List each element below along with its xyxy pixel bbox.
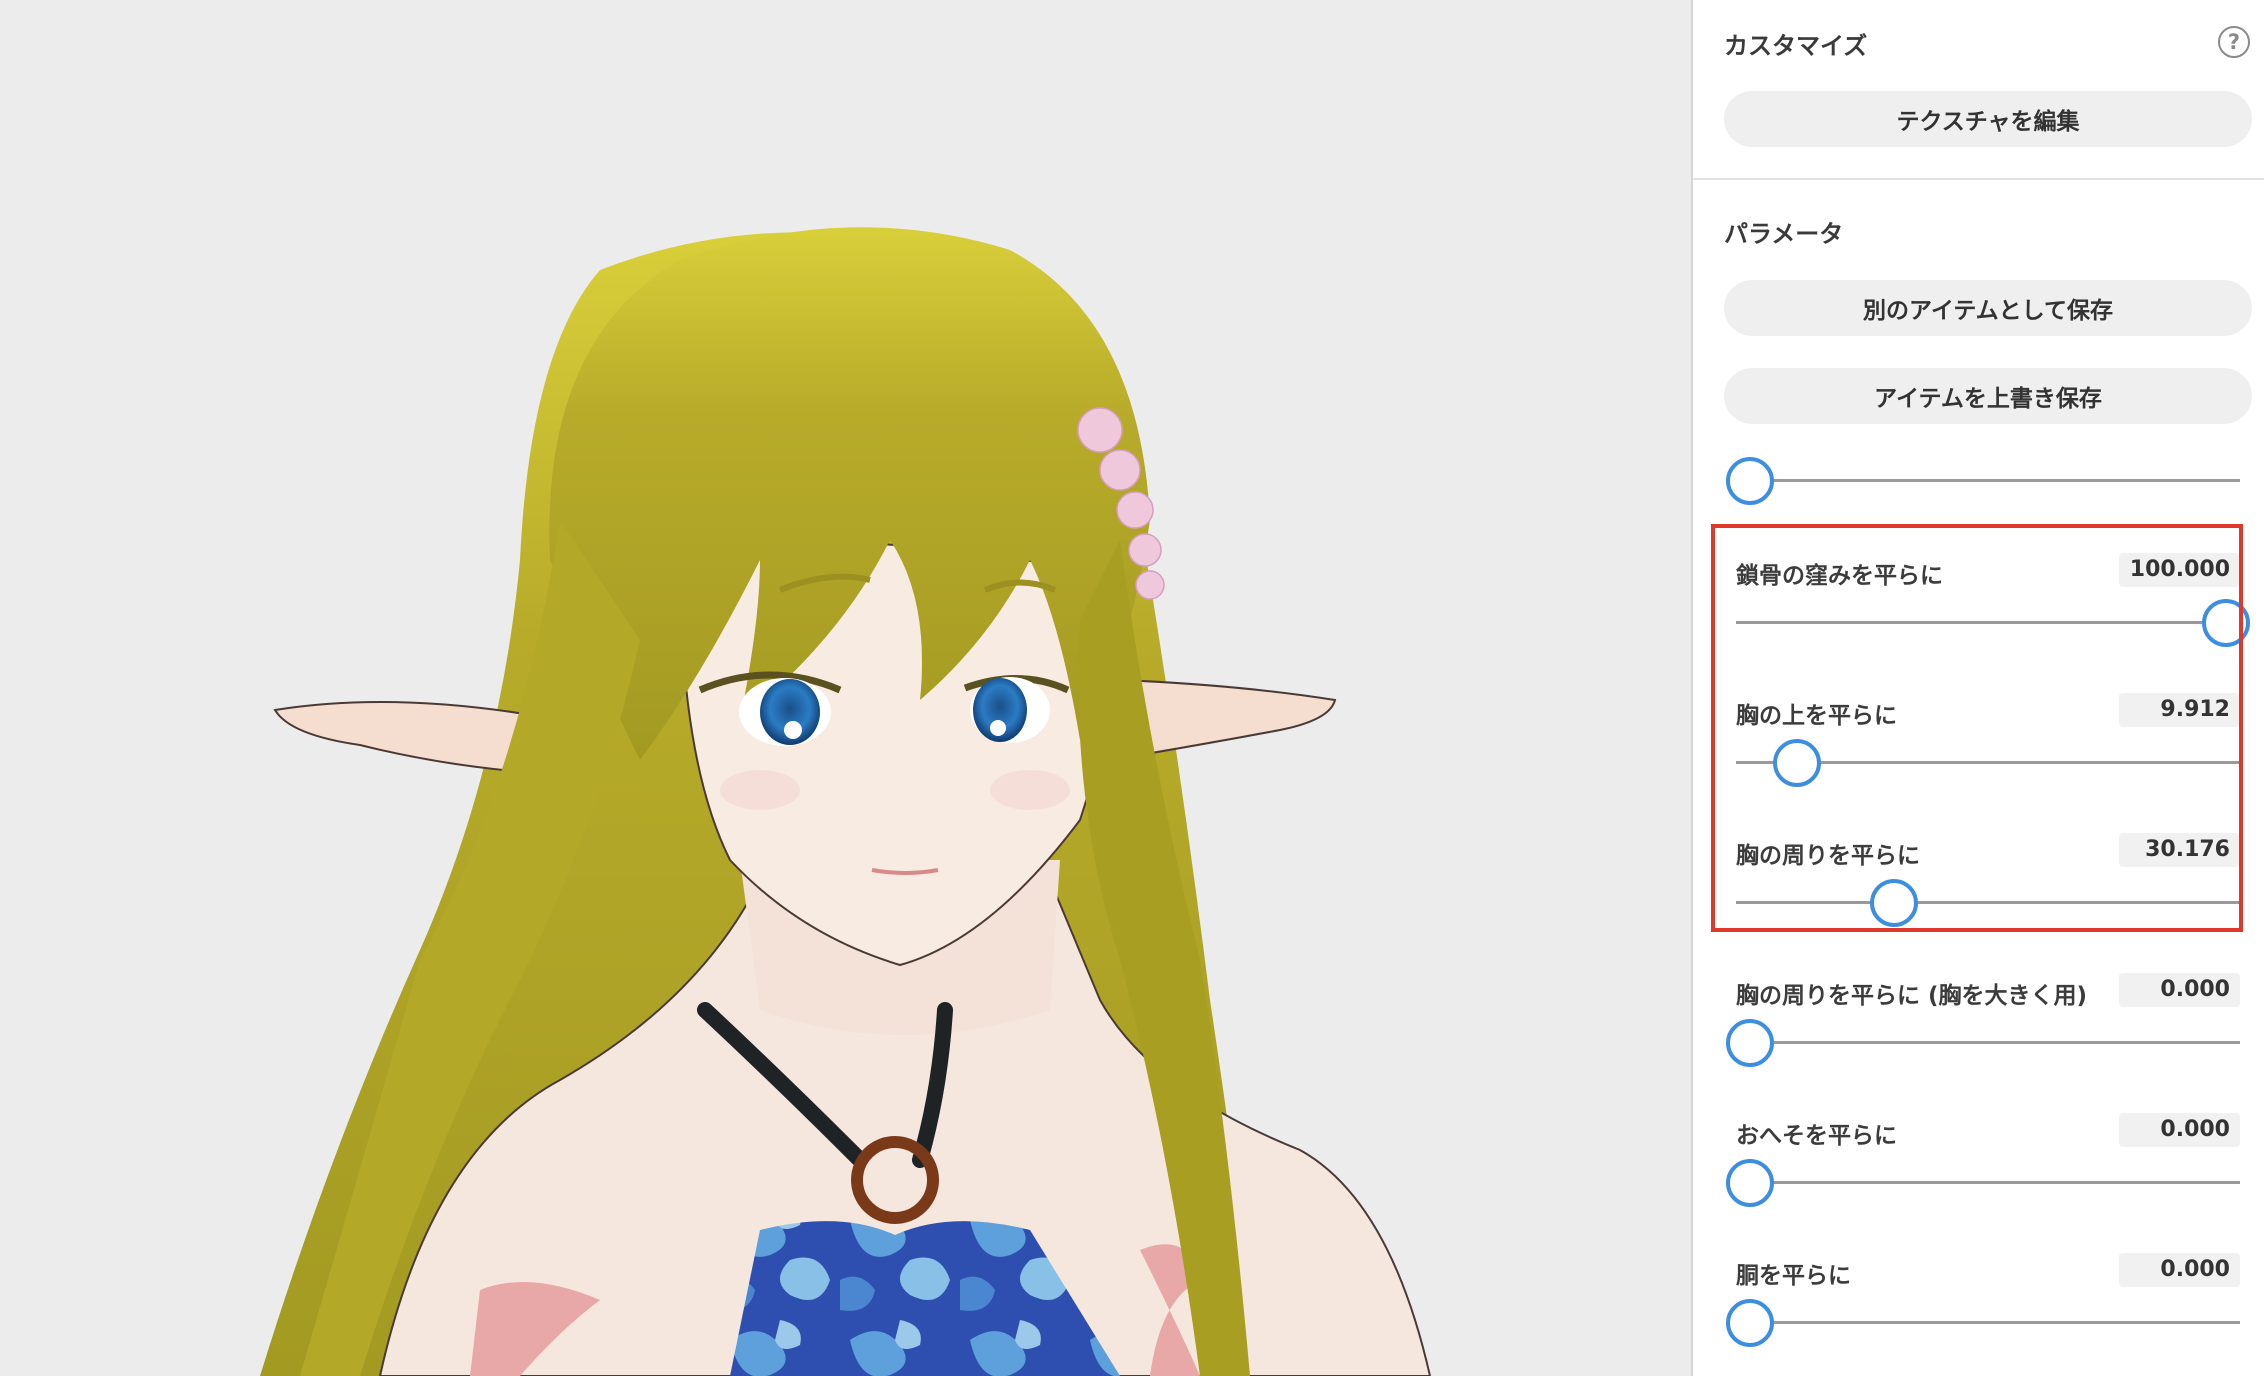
slider-thumb-top[interactable] bbox=[1726, 457, 1774, 505]
param-value-field[interactable]: 100.000 bbox=[2119, 553, 2240, 587]
param-slider-track[interactable] bbox=[1736, 901, 2240, 904]
param-slider-track[interactable] bbox=[1736, 621, 2240, 624]
param-label: 胸の上を平らに bbox=[1736, 703, 1897, 729]
section-divider bbox=[1693, 178, 2264, 180]
param-slider-thumb[interactable] bbox=[1773, 739, 1822, 787]
param-slider-thumb[interactable] bbox=[1869, 879, 1918, 927]
param-slider-thumb[interactable] bbox=[1726, 1299, 1774, 1347]
param-label: おへそを平らに bbox=[1736, 1123, 1897, 1149]
param-slider-track[interactable] bbox=[1736, 1041, 2240, 1044]
param-slider-track[interactable] bbox=[1736, 1321, 2240, 1324]
customize-panel: カスタマイズ ? テクスチャを編集 パラメータ 別のアイテムとして保存 アイテム… bbox=[1693, 0, 2264, 1376]
slider-track-top[interactable] bbox=[1736, 479, 2240, 482]
param-label: 鎖骨の窪みを平らに bbox=[1736, 563, 1943, 589]
param-value-field[interactable]: 9.912 bbox=[2119, 693, 2240, 727]
save-as-new-item-button[interactable]: 別のアイテムとして保存 bbox=[1724, 280, 2252, 336]
param-label: 胴を平らに bbox=[1736, 1263, 1851, 1289]
param-value-field[interactable]: 0.000 bbox=[2119, 1113, 2240, 1147]
edit-texture-button[interactable]: テクスチャを編集 bbox=[1724, 91, 2252, 147]
avatar-model bbox=[260, 227, 1432, 1376]
parameters-title: パラメータ bbox=[1724, 220, 1844, 248]
param-slider-thumb[interactable] bbox=[1726, 1159, 1774, 1207]
param-slider-thumb[interactable] bbox=[2202, 599, 2250, 647]
customize-title: カスタマイズ bbox=[1724, 32, 1868, 60]
param-value-field[interactable]: 0.000 bbox=[2119, 1253, 2240, 1287]
param-value-field[interactable]: 30.176 bbox=[2119, 833, 2240, 867]
overwrite-item-button[interactable]: アイテムを上書き保存 bbox=[1724, 368, 2252, 424]
param-label: 胸の周りを平らに bbox=[1736, 843, 1920, 869]
avatar-preview-viewport[interactable] bbox=[0, 0, 1691, 1376]
question-circle-icon[interactable]: ? bbox=[2218, 26, 2250, 58]
param-value-field[interactable]: 0.000 bbox=[2119, 973, 2240, 1007]
param-slider-thumb[interactable] bbox=[1726, 1019, 1774, 1067]
param-slider-track[interactable] bbox=[1736, 1181, 2240, 1184]
param-label: 胸の周りを平らに (胸を大きく用) bbox=[1736, 983, 2088, 1009]
